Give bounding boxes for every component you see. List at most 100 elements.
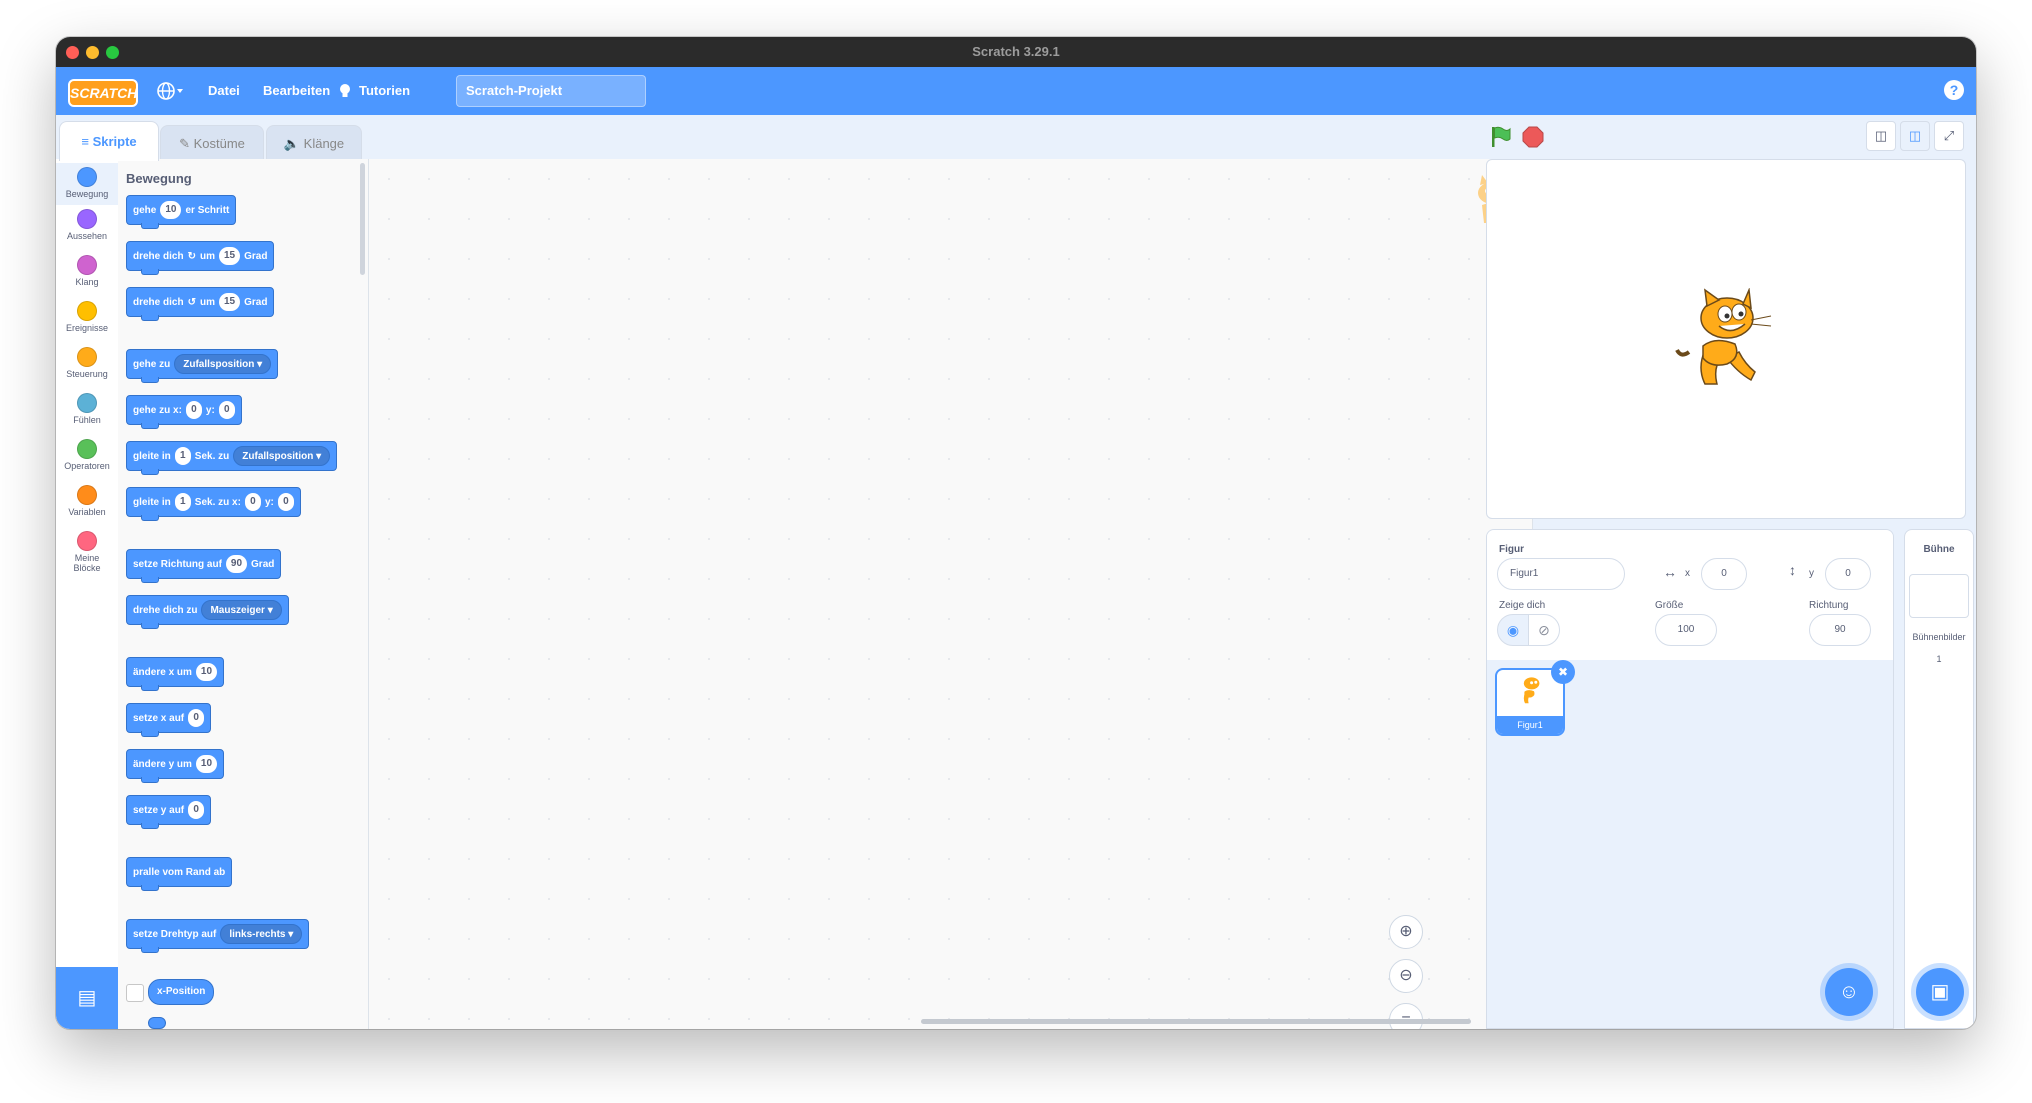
category-dot: [77, 167, 97, 187]
category-meine-bloecke[interactable]: Meine Blöcke: [56, 531, 118, 585]
zoom-window-button[interactable]: [106, 46, 119, 59]
category-bewegung[interactable]: Bewegung: [56, 163, 118, 205]
steps-input[interactable]: 10: [160, 201, 182, 219]
file-menu[interactable]: Datei: [208, 67, 240, 115]
help-icon[interactable]: ?: [1944, 80, 1964, 100]
language-menu[interactable]: [156, 67, 184, 115]
block-move-steps[interactable]: gehe 10 er Schritt: [126, 195, 237, 229]
block-turn-right[interactable]: drehe dich ↻ um 15 Grad: [126, 241, 275, 275]
block-turn-left[interactable]: drehe dich ↺ um 15 Grad: [126, 287, 275, 321]
block-point-towards[interactable]: drehe dich zu Mauszeiger ▾: [126, 595, 289, 629]
category-dot: [77, 209, 97, 229]
hide-sprite-button[interactable]: ⊘: [1528, 614, 1560, 646]
y-input[interactable]: 0: [218, 401, 235, 419]
speaker-icon: 🔈: [283, 136, 301, 151]
size-input[interactable]: 100: [1655, 614, 1717, 646]
x-position-checkbox[interactable]: [126, 984, 144, 1002]
minimize-window-button[interactable]: [86, 46, 99, 59]
seconds-input[interactable]: 1: [174, 493, 191, 511]
tutorials-menu[interactable]: Tutorien: [340, 67, 410, 115]
project-title-input[interactable]: Scratch-Projekt: [456, 75, 646, 107]
sprite-name-input[interactable]: Figur1: [1497, 558, 1625, 590]
seconds-input[interactable]: 1: [174, 447, 191, 465]
category-fuehlen[interactable]: Fühlen: [56, 393, 118, 435]
stage-thumbnail[interactable]: [1909, 574, 1969, 618]
block-set-x[interactable]: setze x auf 0: [126, 703, 212, 737]
block-change-y[interactable]: ändere y um 10: [126, 749, 225, 783]
show-sprite-button[interactable]: ◉: [1497, 614, 1529, 646]
target-dropdown[interactable]: Zufallsposition ▾: [174, 354, 272, 374]
code-scrollbar-horizontal[interactable]: [921, 1019, 1471, 1024]
y-input[interactable]: 0: [188, 801, 205, 819]
green-flag-icon[interactable]: [1489, 125, 1513, 149]
caret-down-icon: ▾: [288, 929, 294, 940]
zoom-reset-button[interactable]: =: [1389, 1003, 1423, 1029]
block-point-direction[interactable]: setze Richtung auf 90 Grad: [126, 549, 282, 583]
block-glide-xy[interactable]: gleite in 1 Sek. zu x: 0 y: 0: [126, 487, 301, 521]
block-text: pralle vom Rand ab: [133, 866, 226, 878]
block-bounce[interactable]: pralle vom Rand ab: [126, 857, 233, 891]
direction-input[interactable]: 90: [1809, 614, 1871, 646]
block-glide-target[interactable]: gleite in 1 Sek. zu Zufallsposition ▾: [126, 441, 338, 475]
block-goto-target[interactable]: gehe zu Zufallsposition ▾: [126, 349, 279, 383]
y-input[interactable]: 0: [277, 493, 294, 511]
direction-input[interactable]: 90: [225, 555, 248, 573]
tab-costumes[interactable]: ✎ Kostüme: [160, 125, 264, 161]
category-steuerung[interactable]: Steuerung: [56, 347, 118, 389]
block-text: um: [199, 250, 215, 262]
towards-dropdown[interactable]: Mauszeiger ▾: [201, 600, 282, 620]
category-menu: Bewegung Aussehen Klang Ereignisse Steue…: [56, 159, 119, 1029]
fullscreen-button[interactable]: ⤢: [1934, 121, 1964, 151]
delete-sprite-button[interactable]: ✖: [1551, 660, 1575, 684]
rotation-style-dropdown[interactable]: links-rechts ▾: [220, 924, 303, 944]
x-input[interactable]: 0: [185, 401, 202, 419]
choose-backdrop-button[interactable]: ▣: [1916, 968, 1964, 1016]
category-variablen[interactable]: Variablen: [56, 485, 118, 527]
normal-stage-button[interactable]: ◫: [1900, 121, 1930, 151]
backdrops-count: 1: [1936, 654, 1942, 664]
reporter-x-position[interactable]: x-Position: [148, 979, 215, 1005]
stage-selector[interactable]: Bühne Bühnenbilder 1 ▣: [1904, 529, 1974, 1029]
zoom-out-button[interactable]: ⊖: [1389, 959, 1423, 993]
x-input[interactable]: 0: [244, 493, 261, 511]
choose-sprite-button[interactable]: ☺: [1825, 968, 1873, 1016]
x-input[interactable]: 0: [188, 709, 205, 727]
add-extension-button[interactable]: ▤: [56, 967, 118, 1029]
scratch-logo[interactable]: SCRATCH: [68, 79, 138, 107]
brush-icon: ✎: [179, 136, 190, 151]
block-text: er Schritt: [185, 204, 230, 216]
dy-input[interactable]: 10: [195, 755, 218, 773]
tab-scripts[interactable]: ≡ Skripte: [59, 121, 159, 161]
x-position-input[interactable]: 0: [1701, 558, 1747, 590]
close-window-button[interactable]: [66, 46, 79, 59]
tab-sounds[interactable]: 🔈 Klänge: [266, 125, 362, 161]
block-rotation-style[interactable]: setze Drehtyp auf links-rechts ▾: [126, 919, 310, 953]
cat-sprite[interactable]: [1675, 288, 1775, 392]
dx-input[interactable]: 10: [195, 663, 218, 681]
category-ereignisse[interactable]: Ereignisse: [56, 301, 118, 343]
block-change-x[interactable]: ändere x um 10: [126, 657, 225, 691]
block-text: gehe zu: [133, 358, 171, 370]
category-klang[interactable]: Klang: [56, 255, 118, 297]
block-text: y:: [264, 496, 274, 508]
target-dropdown[interactable]: Zufallsposition ▾: [233, 446, 331, 466]
tab-scripts-label: Skripte: [92, 134, 137, 149]
y-position-input[interactable]: 0: [1825, 558, 1871, 590]
block-set-y[interactable]: setze y auf 0: [126, 795, 212, 829]
category-aussehen[interactable]: Aussehen: [56, 209, 118, 251]
stage-canvas[interactable]: [1486, 159, 1966, 519]
small-stage-button[interactable]: ◫: [1866, 121, 1896, 151]
palette-scrollbar[interactable]: [360, 163, 365, 275]
zoom-in-button[interactable]: ⊕: [1389, 915, 1423, 949]
rotate-right-icon: ↻: [187, 250, 196, 262]
block-text: Grad: [244, 250, 268, 262]
edit-menu[interactable]: Bearbeiten: [263, 67, 330, 115]
stop-icon[interactable]: [1522, 126, 1544, 148]
code-area[interactable]: ⊕ ⊖ =: [369, 159, 1533, 1029]
block-goto-xy[interactable]: gehe zu x: 0 y: 0: [126, 395, 242, 429]
degrees-input[interactable]: 15: [218, 293, 241, 311]
size-label: Größe: [1655, 600, 1684, 611]
category-operatoren[interactable]: Operatoren: [56, 439, 118, 481]
degrees-input[interactable]: 15: [218, 247, 241, 265]
reporter-y-position[interactable]: [148, 1017, 166, 1029]
